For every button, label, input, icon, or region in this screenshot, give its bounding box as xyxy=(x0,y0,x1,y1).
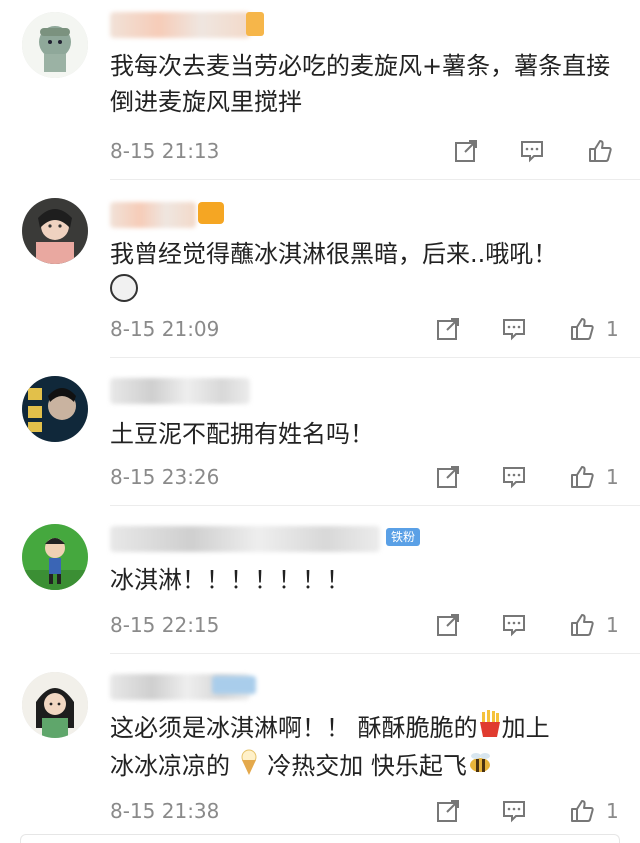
like-count: 1 xyxy=(606,799,619,823)
comment-button[interactable] xyxy=(498,794,530,828)
comment-text: 土豆泥不配拥有姓名吗！ xyxy=(110,420,374,448)
bee-icon xyxy=(467,749,493,785)
fries-icon xyxy=(478,710,502,748)
like-icon xyxy=(571,614,594,636)
comment-text: 冰淇淋！！！！！！！ xyxy=(110,566,350,594)
like-button[interactable] xyxy=(566,794,598,828)
comment-time: 8-15 21:38 xyxy=(110,799,220,823)
fan-badge: 铁粉 xyxy=(386,528,421,546)
username-blurred[interactable] xyxy=(110,378,250,404)
like-icon xyxy=(571,466,594,488)
comment-meta: 8-15 23:26 1 xyxy=(110,460,619,494)
level-icon xyxy=(246,12,264,36)
ice-cream-icon xyxy=(238,748,260,786)
share-button[interactable] xyxy=(432,608,464,642)
crown-icon xyxy=(198,202,224,224)
like-icon xyxy=(571,318,594,340)
comment-text-part: 冷热交加 快乐起飞 xyxy=(267,752,467,780)
comment-meta: 8-15 21:09 1 xyxy=(110,312,619,346)
share-button[interactable] xyxy=(432,312,464,346)
like-button[interactable] xyxy=(566,460,598,494)
comment-item: 土豆泥不配拥有姓名吗！ 8-15 23:26 1 xyxy=(0,358,640,506)
comment-item: 铁粉 冰淇淋！！！！！！！ 8-15 22:15 1 xyxy=(0,506,640,654)
comment-item: 我曾经觉得蘸冰淇淋很黑暗，后来..哦吼！ 8-15 21:09 1 xyxy=(0,180,640,358)
share-icon xyxy=(437,466,459,488)
avatar[interactable] xyxy=(22,12,88,78)
like-count: 1 xyxy=(606,317,619,341)
comment-icon xyxy=(521,141,543,163)
avatar[interactable] xyxy=(22,672,88,738)
comment-button[interactable] xyxy=(498,608,530,642)
avatar[interactable] xyxy=(22,198,88,264)
comment-text: 我每次去麦当劳必吃的麦旋风+薯条，薯条直接倒进麦旋风里搅拌 xyxy=(110,52,611,116)
comment-text-part: 这必须是冰淇淋啊！！ 酥酥脆脆的 xyxy=(110,714,478,742)
avatar[interactable] xyxy=(22,376,88,442)
comment-time: 8-15 23:26 xyxy=(110,465,220,489)
like-button[interactable] xyxy=(584,134,616,168)
comment-text: 这必须是冰淇淋啊！！ 酥酥脆脆的 加上 冰冰凉凉的 冷热交加 快乐起飞 xyxy=(110,710,614,786)
comment-icon xyxy=(503,467,525,489)
comment-icon xyxy=(503,319,525,341)
share-icon xyxy=(437,318,459,340)
like-button[interactable] xyxy=(566,608,598,642)
comment-item: 这必须是冰淇淋啊！！ 酥酥脆脆的 加上 冰冰凉凉的 冷热交加 快乐起飞 8-15 … xyxy=(0,654,640,843)
comment-icon xyxy=(503,801,525,823)
like-icon xyxy=(571,800,594,822)
comment-time: 8-15 22:15 xyxy=(110,613,220,637)
comment-button[interactable] xyxy=(516,134,548,168)
share-button[interactable] xyxy=(432,460,464,494)
like-icon xyxy=(589,140,612,162)
username-blurred[interactable] xyxy=(110,526,380,552)
comment-text-part: 冰冰凉凉的 xyxy=(110,752,230,780)
like-count: 1 xyxy=(606,613,619,637)
comment-icon xyxy=(503,615,525,637)
comment-item: 我每次去麦当劳必吃的麦旋风+薯条，薯条直接倒进麦旋风里搅拌 8-15 21:13 xyxy=(0,0,640,180)
comment-time: 8-15 21:13 xyxy=(110,139,220,163)
comment-text-part: 加上 xyxy=(501,714,550,742)
share-icon xyxy=(455,140,477,162)
panda-emoji-icon xyxy=(110,274,138,302)
share-icon xyxy=(437,800,459,822)
username-blurred[interactable] xyxy=(110,202,196,228)
comment-meta: 8-15 21:13 xyxy=(110,134,614,168)
bottom-panel-edge xyxy=(20,834,620,843)
avatar[interactable] xyxy=(22,524,88,590)
comment-button[interactable] xyxy=(498,460,530,494)
username-blurred[interactable] xyxy=(110,12,250,38)
fan-badge-blurred xyxy=(212,676,256,694)
comment-meta: 8-15 22:15 1 xyxy=(110,608,619,642)
comment-text: 我曾经觉得蘸冰淇淋很黑暗，后来..哦吼！ xyxy=(110,240,558,268)
comment-meta: 8-15 21:38 1 xyxy=(110,794,619,828)
comment-time: 8-15 21:09 xyxy=(110,317,220,341)
like-count: 1 xyxy=(606,465,619,489)
like-button[interactable] xyxy=(566,312,598,346)
share-icon xyxy=(437,614,459,636)
share-button[interactable] xyxy=(450,134,482,168)
comment-button[interactable] xyxy=(498,312,530,346)
share-button[interactable] xyxy=(432,794,464,828)
